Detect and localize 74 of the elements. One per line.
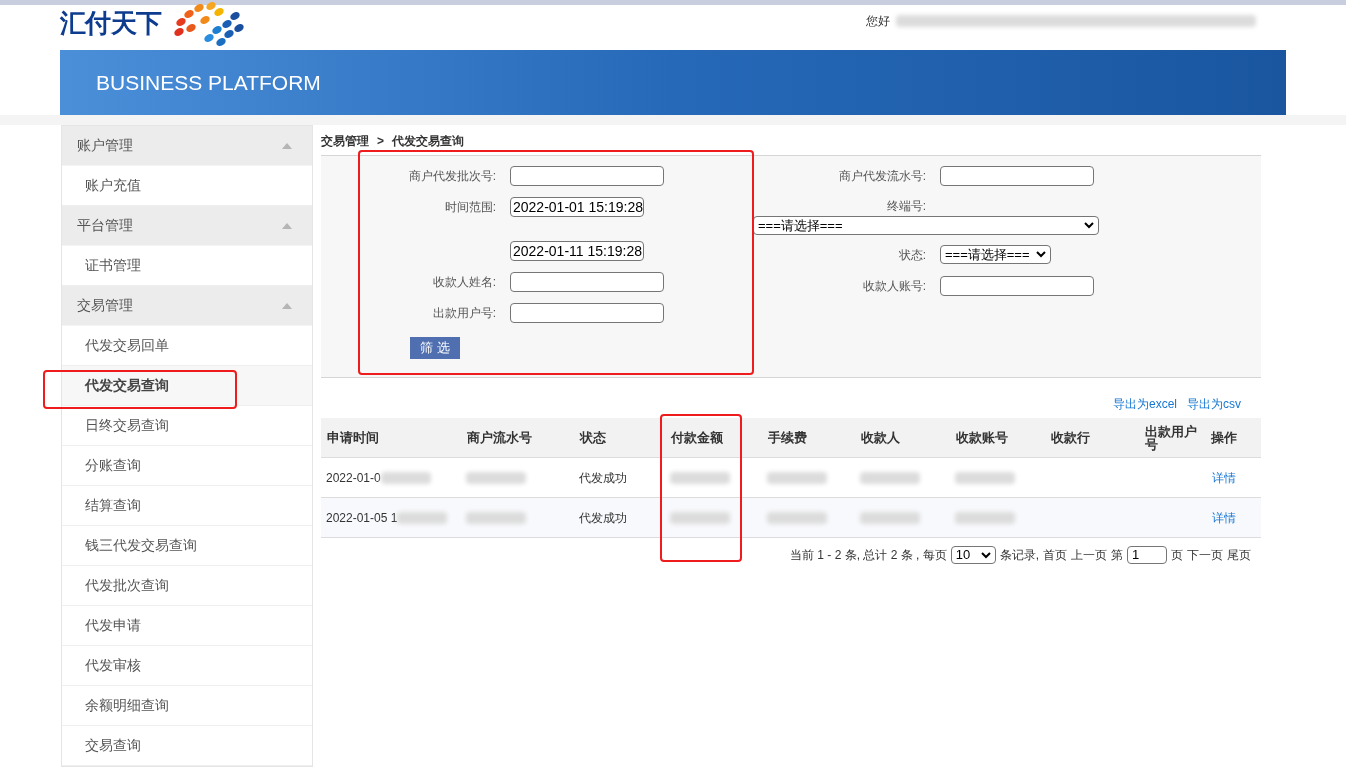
redacted-mark <box>767 471 827 484</box>
column-header: 收款账号 <box>956 430 1008 445</box>
field-label: 商户代发流水号: <box>838 168 926 183</box>
sidebar-group-header[interactable]: 交易管理 <box>62 286 312 326</box>
date-field[interactable]: 2022-01-01 15:19:28 <box>510 196 644 217</box>
details-link[interactable]: 详情 <box>1210 468 1236 487</box>
field-label: 收款人账号: <box>862 278 926 293</box>
dropdown-field[interactable]: ===请选择=== <box>753 216 1099 235</box>
column-header: 状态 <box>580 430 606 445</box>
caret-icon <box>282 302 292 309</box>
first-page-link[interactable]: 首页 <box>1043 546 1067 564</box>
field-label: 收款人姓名: <box>432 274 496 289</box>
redacted-mark <box>466 471 526 484</box>
redacted-mark <box>955 471 1015 484</box>
text-field[interactable] <box>510 165 664 186</box>
column-header: 商户流水号 <box>467 430 532 445</box>
last-page-link[interactable]: 尾页 <box>1227 546 1251 564</box>
table-cell-text: 2022-01-05 1 <box>326 509 398 527</box>
next-page-link[interactable]: 下一页 <box>1187 546 1223 564</box>
field-label: 商户代发批次号: <box>408 168 496 183</box>
details-link[interactable]: 详情 <box>1210 508 1236 527</box>
chevron-icon <box>1084 222 1094 229</box>
text-field[interactable] <box>510 302 664 323</box>
redacted-mark <box>380 471 431 484</box>
field-label: 出款用户号: <box>432 305 496 320</box>
redacted-mark <box>670 471 730 484</box>
redacted-mark <box>860 471 920 484</box>
redacted-mark <box>397 511 448 524</box>
table-cell-text: 代发成功 <box>579 469 627 487</box>
export-link[interactable]: 导出为csv <box>1187 395 1241 413</box>
greeting-text: 您好 <box>866 12 890 30</box>
pagination-summary: 当前 1 - 2 条, 总计 2 条 , 每页 <box>789 547 947 564</box>
table-cell-text: 2022-01-0 <box>326 469 381 487</box>
column-header: 手续费 <box>768 430 807 445</box>
date-field[interactable]: 2022-01-11 15:19:28 <box>510 240 644 261</box>
redacted-mark <box>670 511 730 524</box>
redacted-mark <box>860 511 920 524</box>
field-label: 终端号: <box>886 199 926 213</box>
column-header: 收款人 <box>861 430 900 445</box>
chevron-icon <box>1036 251 1046 258</box>
text-field[interactable] <box>510 271 664 292</box>
field-label: 时间范围: <box>444 199 496 214</box>
column-header: 出款用户号 <box>1145 423 1197 452</box>
filter-button[interactable]: 筛 选 <box>410 337 460 359</box>
redacted-mark <box>466 511 526 524</box>
breadcrumb-item: 代发交易查询 <box>392 133 464 150</box>
field-label: 状态: <box>898 247 926 262</box>
export-link[interactable]: 导出为excel <box>1113 395 1177 413</box>
caret-icon <box>282 222 292 229</box>
sidebar-group-header[interactable]: 平台管理 <box>62 206 312 246</box>
prev-page-link[interactable]: 上一页 <box>1071 546 1107 564</box>
dropdown-field[interactable]: ===请选择=== <box>940 245 1051 264</box>
text-field[interactable] <box>940 275 1094 296</box>
page-size-select[interactable]: 10 <box>950 546 996 564</box>
redacted-mark <box>955 511 1015 524</box>
pagination-text: 条记录, <box>999 547 1039 564</box>
breadcrumb-separator: > <box>377 133 384 150</box>
pagination-text: 页 <box>1171 547 1183 564</box>
caret-icon <box>282 142 292 149</box>
sidebar-group-header[interactable]: 账户管理 <box>62 126 312 166</box>
breadcrumb-item[interactable]: 交易管理 <box>321 132 369 150</box>
column-header: 收款行 <box>1051 430 1090 445</box>
banner-title: BUSINESS PLATFORM <box>96 69 321 96</box>
page-number-field[interactable]: 1 <box>1127 546 1167 564</box>
column-header: 操作 <box>1211 430 1237 445</box>
redacted-mark <box>767 511 827 524</box>
sidebar-item[interactable]: 代发交易查询 <box>62 366 312 406</box>
logo-text: 汇付天下 <box>60 7 162 40</box>
text-field[interactable] <box>940 165 1094 186</box>
table-cell-text: 代发成功 <box>579 509 627 527</box>
column-header: 申请时间 <box>327 430 379 445</box>
column-header: 付款金额 <box>671 430 723 445</box>
chevron-icon <box>980 551 991 559</box>
pagination-text: 第 <box>1111 547 1123 564</box>
